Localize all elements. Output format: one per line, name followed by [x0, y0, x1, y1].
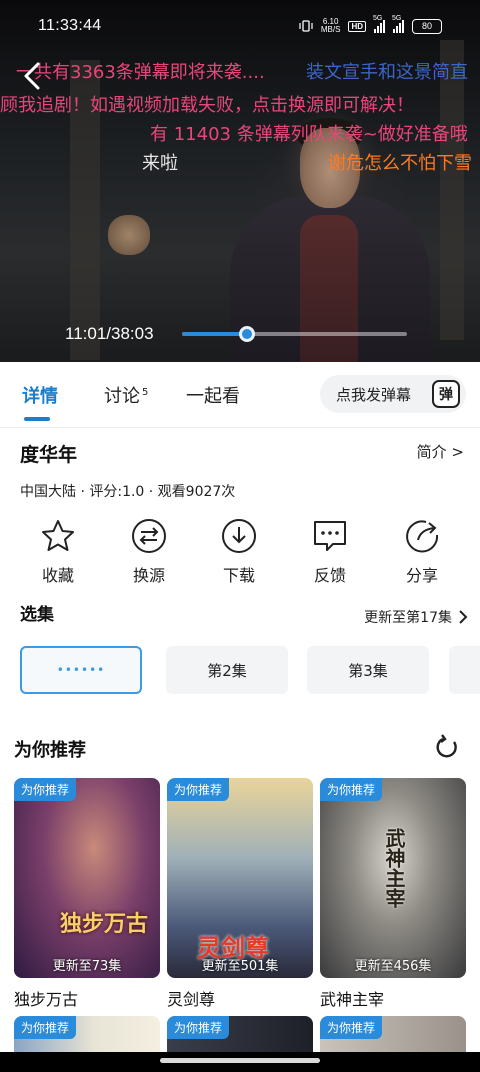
share-button[interactable]: 分享: [387, 518, 457, 586]
signal-icon: 5G: [392, 15, 404, 33]
action-label: 换源: [132, 566, 165, 585]
feedback-icon: [314, 521, 346, 551]
action-row: 收藏 换源 下载 反馈 分享: [0, 518, 480, 588]
action-label: 分享: [405, 566, 438, 585]
back-button[interactable]: [20, 58, 46, 94]
feedback-button[interactable]: 反馈: [295, 518, 365, 586]
progress-bar[interactable]: [182, 326, 407, 342]
net-speed: 6.10 MB/S: [321, 18, 341, 34]
tab-indicator: [24, 417, 50, 421]
home-gesture-handle[interactable]: [160, 1058, 320, 1063]
chevron-left-icon: [24, 62, 40, 90]
recommend-card[interactable]: 为你推荐 灵剑尊 更新至501集 灵剑尊: [167, 778, 313, 1010]
recommend-grid-row2: 为你推荐 为你推荐 为你推荐: [14, 1016, 474, 1056]
recommend-badge: 为你推荐: [167, 778, 230, 801]
signal-label: 5G: [373, 15, 383, 22]
poster-image: 为你推荐 武神主宰 更新至456集: [320, 778, 466, 978]
episodes-title: 选集: [20, 605, 54, 625]
recommend-badge: 为你推荐: [320, 1016, 383, 1039]
recommend-card[interactable]: 为你推荐: [167, 1016, 313, 1056]
recommend-badge: 为你推荐: [320, 778, 383, 801]
vibrate-icon: [299, 20, 313, 32]
show-title: 度华年: [20, 444, 78, 466]
net-speed-unit: MB/S: [320, 25, 341, 34]
action-label: 反馈: [313, 566, 346, 585]
danmaku-input[interactable]: 点我发弹幕 弹: [320, 375, 466, 413]
tab-label: 讨论: [104, 386, 140, 407]
scene-hand: [108, 215, 150, 255]
card-title: 灵剑尊: [167, 990, 216, 1009]
status-time: 11:33:44: [38, 17, 102, 34]
status-bar: 11:33:44 6.10 MB/S HD 5G 5G 80: [0, 0, 480, 52]
update-label: 更新至73集: [52, 959, 122, 974]
episode-item[interactable]: 第3集: [307, 646, 429, 694]
download-icon: [222, 519, 256, 553]
favorite-button[interactable]: 收藏: [23, 518, 93, 586]
swap-icon: [132, 519, 166, 553]
update-label: 更新至501集: [201, 959, 279, 974]
action-label: 下载: [222, 566, 255, 585]
scene-pillar: [440, 40, 464, 340]
tab-count-badge: 5: [142, 387, 149, 398]
episode-item-current[interactable]: ••••••: [20, 646, 142, 694]
episode-item[interactable]: [449, 646, 480, 694]
star-icon: [42, 520, 74, 551]
share-icon: [406, 520, 439, 553]
card-title: 独步万古: [14, 990, 79, 1009]
danmaku-line: 谢危怎么不怕下雪: [328, 153, 472, 174]
poster-image: 为你推荐 独步万古 更新至73集: [14, 778, 160, 978]
danmaku-line: 一共有3363条弹幕即将来袭....: [16, 62, 265, 83]
recommend-card[interactable]: 为你推荐 独步万古 更新至73集 独步万古: [14, 778, 160, 1010]
download-button[interactable]: 下载: [204, 518, 274, 586]
progress-fill: [182, 332, 248, 336]
danmaku-line: 装文宣手和这景简直: [306, 62, 468, 83]
hd-badge: HD: [348, 20, 366, 32]
switch-source-button[interactable]: 换源: [114, 518, 184, 586]
poster-title-art: 独步万古: [60, 911, 149, 937]
danmaku-line: 有 11403 条弹幕列队来袭~做好准备哦: [150, 124, 468, 145]
video-player[interactable]: 一共有3363条弹幕即将来袭.... 装文宣手和这景简直 顾我追剧！如遇视频加载…: [0, 0, 480, 362]
tab-watch-together[interactable]: 一起看: [186, 382, 240, 408]
signal-label: 5G: [392, 15, 402, 22]
battery-icon: 80: [412, 18, 442, 34]
card-title: 武神主宰: [320, 990, 385, 1009]
status-icons: 6.10 MB/S HD 5G 5G 80: [299, 15, 442, 34]
scene-robe-inner: [300, 215, 358, 362]
recommend-title: 为你推荐: [14, 740, 86, 761]
update-label: 更新至456集: [354, 959, 432, 974]
danmaku-line: 来啦: [142, 153, 178, 174]
intro-link[interactable]: 简介 >: [417, 441, 464, 462]
chevron-right-icon: [459, 610, 468, 624]
tab-label: 详情: [22, 386, 58, 407]
action-label: 收藏: [41, 566, 74, 585]
refresh-icon[interactable]: [434, 734, 460, 760]
danmaku-toggle-icon[interactable]: 弹: [432, 380, 460, 408]
playback-time: 11:01/38:03: [65, 324, 154, 343]
episodes-more-link[interactable]: 更新至第17集: [364, 607, 468, 627]
recommend-badge: 为你推荐: [167, 1016, 230, 1039]
recommend-badge: 为你推荐: [14, 778, 77, 801]
episodes-update-text: 更新至第17集: [364, 610, 452, 626]
recommend-badge: 为你推荐: [14, 1016, 77, 1039]
poster-image: 为你推荐 灵剑尊 更新至501集: [167, 778, 313, 978]
tab-details[interactable]: 详情: [22, 382, 58, 408]
show-meta: 中国大陆 · 评分:1.0 · 观看9027次: [20, 484, 236, 500]
recommend-card[interactable]: 为你推荐: [14, 1016, 160, 1056]
recommend-card[interactable]: 为你推荐: [320, 1016, 466, 1056]
signal-icon: 5G: [373, 15, 385, 33]
tab-discussion[interactable]: 讨论 5: [104, 382, 148, 408]
recommend-card[interactable]: 为你推荐 武神主宰 更新至456集 武神主宰: [320, 778, 466, 1010]
system-nav-bar: [0, 1052, 480, 1072]
tab-label: 一起看: [186, 386, 240, 407]
episode-list: •••••• 第2集 第3集: [20, 646, 480, 694]
poster-title-art: 武神主宰: [382, 828, 406, 908]
danmaku-input-placeholder: 点我发弹幕: [336, 385, 412, 404]
danmaku-line: 顾我追剧！如遇视频加载失败，点击换源即可解决！: [0, 95, 414, 116]
episode-item[interactable]: 第2集: [166, 646, 288, 694]
